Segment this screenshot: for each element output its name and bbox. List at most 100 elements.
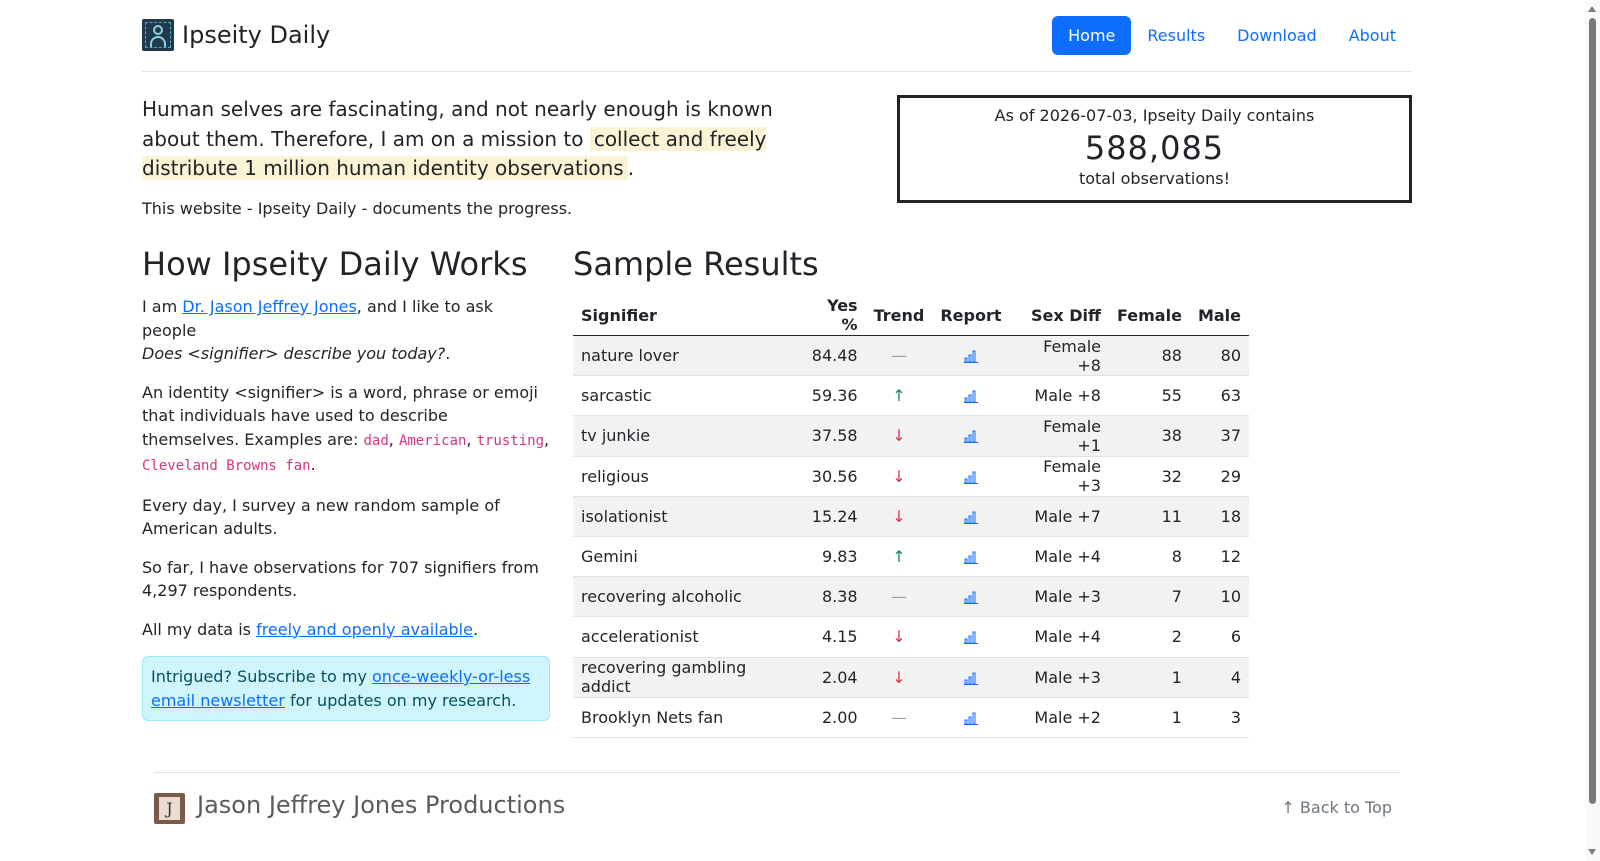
female-cell: 55 xyxy=(1108,375,1190,417)
sexdiff-cell: Male +7 xyxy=(1009,496,1109,537)
example-signifier: trusting xyxy=(476,432,544,449)
trend-cell: ↓ xyxy=(865,616,933,658)
sexdiff-cell: Male +4 xyxy=(1009,616,1109,658)
male-cell: 4 xyxy=(1189,657,1249,698)
table-row: nature lover 84.48 — Female +8 88 80 xyxy=(573,335,1249,377)
brand[interactable]: Ipseity Daily xyxy=(142,19,330,51)
trend-cell: ↓ xyxy=(865,456,933,497)
report-cell[interactable] xyxy=(932,375,1010,417)
bar-chart-icon[interactable] xyxy=(963,426,978,445)
report-cell[interactable] xyxy=(932,456,1010,497)
col-trend: Trend xyxy=(865,295,933,336)
signifier-paragraph: An identity <signifier> is a word, phras… xyxy=(142,382,550,475)
bar-chart-icon[interactable] xyxy=(963,386,978,405)
back-to-top-link[interactable]: ↑ Back to Top xyxy=(1281,798,1392,817)
observation-counter: As of 2026-07-03, Ipseity Daily contains… xyxy=(897,95,1412,203)
report-cell[interactable] xyxy=(932,496,1010,537)
lead-subtext: This website - Ipseity Daily - documents… xyxy=(142,199,573,218)
yes-percent-cell: 2.00 xyxy=(798,697,866,738)
report-cell[interactable] xyxy=(932,697,1010,738)
sexdiff-cell: Male +2 xyxy=(1009,697,1109,738)
bar-chart-icon[interactable] xyxy=(963,467,978,486)
table-header-row: Signifier Yes % Trend Report Sex Diff Fe… xyxy=(573,295,1249,336)
yes-percent-cell: 4.15 xyxy=(798,616,866,658)
site-header: Ipseity Daily Home Results Download Abou… xyxy=(142,0,1412,72)
bar-chart-icon[interactable] xyxy=(963,668,978,687)
scroll-up-icon[interactable] xyxy=(1588,6,1596,12)
male-cell: 29 xyxy=(1189,456,1249,497)
how-heading: How Ipseity Daily Works xyxy=(142,245,528,283)
trend-down-icon: ↓ xyxy=(892,466,906,486)
bar-chart-icon[interactable] xyxy=(963,346,978,365)
trend-down-icon: ↓ xyxy=(892,426,906,446)
ipseity-logo-icon xyxy=(142,19,174,51)
scroll-down-icon[interactable] xyxy=(1588,849,1596,855)
trend-cell: — xyxy=(865,335,933,377)
col-male: Male xyxy=(1189,295,1249,336)
male-cell: 37 xyxy=(1189,415,1249,457)
trend-cell: — xyxy=(865,576,933,618)
nav-home[interactable]: Home xyxy=(1052,16,1132,55)
col-yes: Yes % xyxy=(798,295,866,336)
author-link[interactable]: Dr. Jason Jeffrey Jones xyxy=(182,297,357,316)
main-nav: Home Results Download About xyxy=(1052,16,1412,55)
footer-title: Jason Jeffrey Jones Productions xyxy=(197,791,566,819)
yes-percent-cell: 59.36 xyxy=(798,375,866,417)
nav-download[interactable]: Download xyxy=(1221,16,1333,55)
report-cell[interactable] xyxy=(932,415,1010,457)
scroll-thumb[interactable] xyxy=(1589,18,1596,804)
counter-number: 588,085 xyxy=(1084,129,1225,167)
report-cell[interactable] xyxy=(932,657,1010,698)
question-text: Does <signifier> describe you today? xyxy=(142,344,446,363)
male-cell: 3 xyxy=(1189,697,1249,738)
male-cell: 63 xyxy=(1189,375,1249,417)
female-cell: 1 xyxy=(1108,657,1190,698)
female-cell: 32 xyxy=(1108,456,1190,497)
report-cell[interactable] xyxy=(932,576,1010,618)
bar-chart-icon[interactable] xyxy=(963,627,978,646)
nav-results[interactable]: Results xyxy=(1131,16,1221,55)
yes-percent-cell: 2.04 xyxy=(798,657,866,698)
page-scrollbar[interactable] xyxy=(1585,0,1600,861)
table-row: recovering gambling addict 2.04 ↓ Male +3 1 4 xyxy=(573,657,1249,698)
report-cell[interactable] xyxy=(932,616,1010,658)
table-row: Brooklyn Nets fan 2.00 — Male +2 1 3 xyxy=(573,697,1249,738)
yes-percent-cell: 84.48 xyxy=(798,335,866,377)
report-cell[interactable] xyxy=(932,536,1010,578)
table-row: recovering alcoholic 8.38 — Male +3 7 10 xyxy=(573,576,1249,618)
trend-cell: ↑ xyxy=(865,536,933,578)
bar-chart-icon[interactable] xyxy=(963,547,978,566)
trend-cell: ↑ xyxy=(865,375,933,417)
signifier-cell: Gemini xyxy=(573,536,799,578)
counter-date-text: As of 2026-07-03, Ipseity Daily contains xyxy=(994,106,1315,125)
nav-about[interactable]: About xyxy=(1333,16,1412,55)
stats-paragraph: So far, I have observations for 707 sign… xyxy=(142,557,539,601)
data-paragraph: All my data is freely and openly availab… xyxy=(142,619,479,639)
trend-cell: ↓ xyxy=(865,496,933,537)
signifier-cell: isolationist xyxy=(573,496,799,537)
report-cell[interactable] xyxy=(932,335,1010,377)
signifier-cell: tv junkie xyxy=(573,415,799,457)
results-heading: Sample Results xyxy=(573,245,819,283)
example-signifier: Cleveland Browns fan xyxy=(142,458,311,474)
data-link[interactable]: freely and openly available xyxy=(256,620,473,639)
col-sexdiff: Sex Diff xyxy=(1009,295,1109,336)
bar-chart-icon[interactable] xyxy=(963,507,978,526)
table-row: isolationist 15.24 ↓ Male +7 11 18 xyxy=(573,496,1249,537)
results-body: nature lover 84.48— Female +8 88 80 sarcastic… xyxy=(573,335,1249,738)
female-cell: 7 xyxy=(1108,576,1190,618)
bar-chart-icon[interactable] xyxy=(963,587,978,606)
trend-up-icon: ↑ xyxy=(892,386,906,406)
site-title: Ipseity Daily xyxy=(182,21,331,49)
table-row: accelerationist 4.15 ↓ Male +4 2 6 xyxy=(573,616,1249,658)
sample-results: Sample Results Signifier Yes % Trend Rep… xyxy=(573,243,1249,738)
yes-percent-cell: 30.56 xyxy=(798,456,866,497)
page-container: Ipseity Daily Home Results Download Abou… xyxy=(142,0,1412,72)
male-cell: 12 xyxy=(1189,536,1249,578)
trend-cell: — xyxy=(865,697,933,738)
yes-percent-cell: 8.38 xyxy=(798,576,866,618)
how-it-works: How Ipseity Daily Works I am Dr. Jason J… xyxy=(142,243,550,721)
yes-percent-cell: 15.24 xyxy=(798,496,866,537)
bar-chart-icon[interactable] xyxy=(963,708,978,727)
female-cell: 2 xyxy=(1108,616,1190,658)
